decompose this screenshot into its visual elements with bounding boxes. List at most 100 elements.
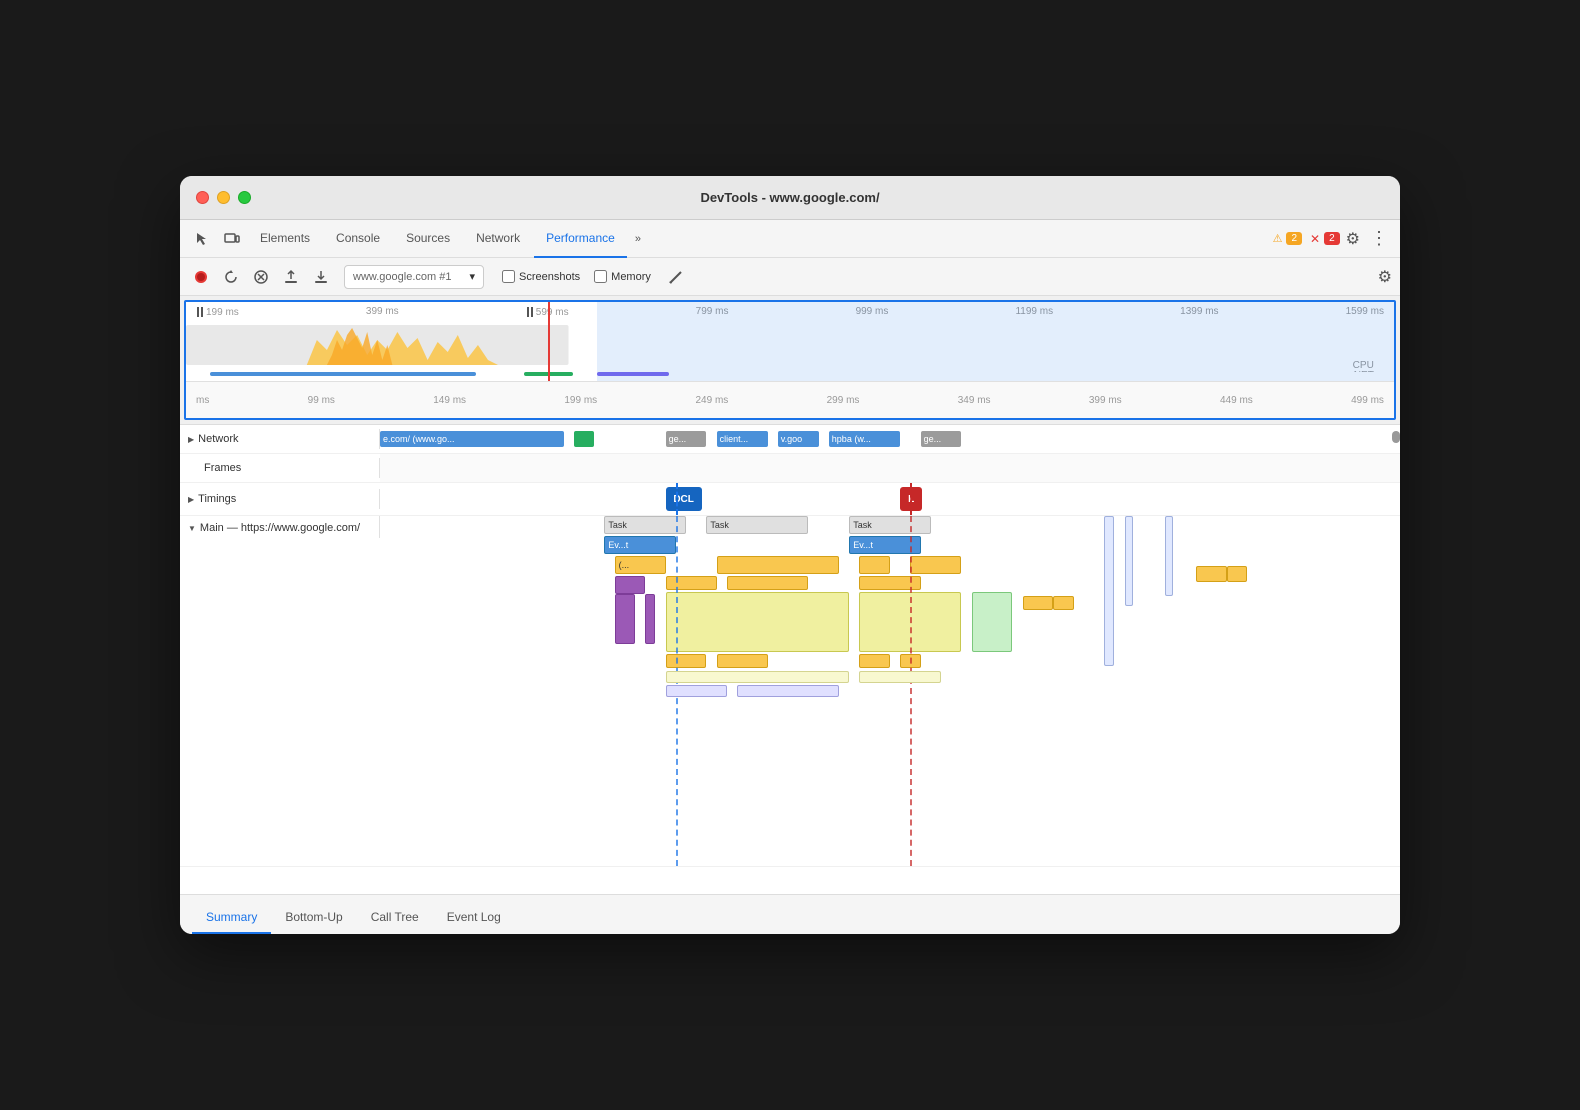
memory-checkbox[interactable] bbox=[594, 270, 607, 283]
minimize-button[interactable] bbox=[217, 191, 230, 204]
yellow-right-1 bbox=[1053, 596, 1073, 610]
checkboxes-group: Screenshots Memory bbox=[502, 270, 651, 283]
timings-track-label: ▶ Timings bbox=[180, 489, 380, 509]
performance-toolbar: www.google.com #1 ▾ Screenshots Memory ⚙ bbox=[180, 258, 1400, 296]
upload-button[interactable] bbox=[278, 264, 304, 290]
settings-icon[interactable]: ⚙ bbox=[1342, 225, 1364, 253]
error-badge-group: ✕ 2 bbox=[1310, 232, 1340, 246]
yellow-block-2 bbox=[859, 556, 890, 574]
right-tall-1 bbox=[1125, 516, 1133, 606]
timings-expand-icon[interactable]: ▶ bbox=[188, 495, 194, 504]
timings-track-row: ▶ Timings DCL L bbox=[180, 483, 1400, 516]
dcl-line bbox=[676, 483, 678, 515]
pale-blue-0 bbox=[666, 685, 727, 697]
network-label-text: Network bbox=[198, 433, 238, 445]
clear-button[interactable] bbox=[248, 264, 274, 290]
brush-icon[interactable] bbox=[663, 264, 689, 290]
dropdown-arrow-icon: ▾ bbox=[469, 270, 475, 283]
record-button[interactable] bbox=[188, 264, 214, 290]
window-title: DevTools - www.google.com/ bbox=[700, 190, 879, 205]
warning-count: 2 bbox=[1286, 232, 1302, 245]
bottom-timeline-markers: ms 99 ms 149 ms 199 ms 249 ms 299 ms 349… bbox=[186, 382, 1394, 418]
flame-chart-area: ▶ Network e.com/ (www.go... ge... client… bbox=[180, 424, 1400, 894]
yellow-small-0 bbox=[666, 576, 717, 590]
lcp-vertical-line bbox=[910, 516, 912, 866]
network-bar-1 bbox=[574, 431, 594, 447]
error-count: 2 bbox=[1324, 232, 1340, 245]
event-block-0: Ev...t bbox=[604, 536, 675, 554]
tab-network[interactable]: Network bbox=[464, 220, 532, 258]
main-thread-content[interactable]: Task Task Task Ev...t Ev...t (... bbox=[380, 516, 1400, 866]
task-block-1: Task bbox=[706, 516, 808, 534]
yellow-right-0 bbox=[1023, 596, 1054, 610]
task-block-2: Task bbox=[849, 516, 931, 534]
tab-bottom-up[interactable]: Bottom-Up bbox=[271, 902, 356, 934]
cursor-icon[interactable] bbox=[188, 225, 216, 253]
pale-blue-1 bbox=[737, 685, 839, 697]
devtools-tabs-bar: Elements Console Sources Network Perform… bbox=[180, 220, 1400, 258]
playhead-red-line bbox=[548, 302, 550, 381]
close-button[interactable] bbox=[196, 191, 209, 204]
timings-label-text: Timings bbox=[198, 493, 236, 505]
devtools-window: DevTools - www.google.com/ Elements Cons… bbox=[180, 176, 1400, 934]
url-text: www.google.com #1 bbox=[353, 271, 451, 283]
screenshots-checkbox[interactable] bbox=[502, 270, 515, 283]
time-markers-bottom: ms 99 ms 149 ms 199 ms 249 ms 299 ms 349… bbox=[186, 395, 1394, 406]
task-lower-0 bbox=[666, 654, 707, 668]
pale-yellow-1 bbox=[859, 671, 941, 683]
purple-block-0 bbox=[615, 576, 646, 594]
yellow-block-3 bbox=[910, 556, 961, 574]
tab-elements[interactable]: Elements bbox=[248, 220, 322, 258]
frames-track-label: Frames bbox=[180, 458, 380, 478]
lcp-line bbox=[910, 483, 912, 515]
purple-strip-1 bbox=[645, 594, 655, 644]
timings-track-content[interactable]: DCL L bbox=[380, 483, 1400, 515]
tab-call-tree[interactable]: Call Tree bbox=[357, 902, 433, 934]
title-bar: DevTools - www.google.com/ bbox=[180, 176, 1400, 220]
network-track-row: ▶ Network e.com/ (www.go... ge... client… bbox=[180, 425, 1400, 454]
network-bar-3: client... bbox=[717, 431, 768, 447]
right-tall-0 bbox=[1104, 516, 1114, 666]
tab-more-button[interactable]: » bbox=[629, 229, 647, 249]
right-tall-2 bbox=[1165, 516, 1173, 596]
marker-pause-2: 599 ms bbox=[526, 306, 569, 318]
tab-console[interactable]: Console bbox=[324, 220, 392, 258]
network-scrollbar[interactable] bbox=[1392, 431, 1400, 443]
frames-label-text: Frames bbox=[204, 462, 241, 474]
tab-sources[interactable]: Sources bbox=[394, 220, 462, 258]
purple-strip-0 bbox=[615, 594, 635, 644]
tab-event-log[interactable]: Event Log bbox=[433, 902, 515, 934]
url-selector[interactable]: www.google.com #1 ▾ bbox=[344, 265, 484, 289]
yellow-block-1 bbox=[717, 556, 839, 574]
device-toolbar-icon[interactable] bbox=[218, 225, 246, 253]
network-track-label: ▶ Network bbox=[180, 429, 380, 449]
right-yellow-1 bbox=[1227, 566, 1247, 582]
tab-summary[interactable]: Summary bbox=[192, 902, 271, 934]
bottom-tabs-bar: Summary Bottom-Up Call Tree Event Log bbox=[180, 894, 1400, 934]
main-thread-label: ▼ Main — https://www.google.com/ bbox=[180, 516, 380, 538]
network-expand-icon[interactable]: ▶ bbox=[188, 435, 194, 444]
perf-settings-icon[interactable]: ⚙ bbox=[1378, 267, 1392, 287]
refresh-button[interactable] bbox=[218, 264, 244, 290]
right-yellow-0 bbox=[1196, 566, 1227, 582]
download-button[interactable] bbox=[308, 264, 334, 290]
task-block-0: Task bbox=[604, 516, 686, 534]
yellow-small-1 bbox=[727, 576, 809, 590]
pale-yellow-0 bbox=[666, 671, 850, 683]
cpu-overview: 199 ms 399 ms 599 ms 799 ms 999 ms 1199 … bbox=[186, 302, 1394, 382]
tab-performance[interactable]: Performance bbox=[534, 220, 627, 258]
frames-track-row: Frames bbox=[180, 454, 1400, 483]
marker-pause-1: 199 ms bbox=[196, 306, 239, 318]
overview-timeline[interactable]: 199 ms 399 ms 599 ms 799 ms 999 ms 1199 … bbox=[184, 300, 1396, 420]
maximize-button[interactable] bbox=[238, 191, 251, 204]
main-collapse-icon[interactable]: ▼ bbox=[188, 524, 196, 533]
lightgreen-block-0 bbox=[972, 592, 1013, 652]
screenshots-checkbox-label[interactable]: Screenshots bbox=[502, 270, 580, 283]
warning-badge-group: ⚠ 2 bbox=[1273, 232, 1302, 245]
more-options-icon[interactable]: ⋮ bbox=[1366, 224, 1392, 253]
task-lower-2 bbox=[859, 654, 890, 668]
network-bar-2: ge... bbox=[666, 431, 707, 447]
network-track-content[interactable]: e.com/ (www.go... ge... client... v.goo … bbox=[380, 425, 1400, 453]
frames-track-content[interactable] bbox=[380, 454, 1400, 482]
memory-checkbox-label[interactable]: Memory bbox=[594, 270, 651, 283]
